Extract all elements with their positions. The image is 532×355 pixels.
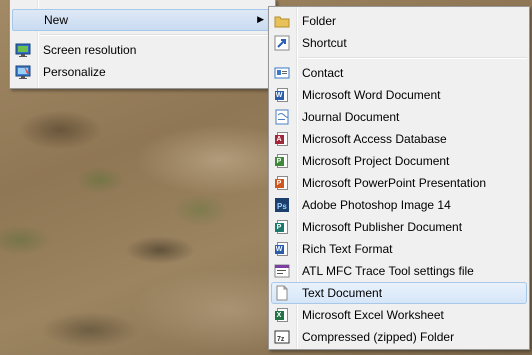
desktop-context-menu: New ▶ Screen resolution Personalize <box>9 0 276 89</box>
submenu-item-label: Shortcut <box>302 36 347 50</box>
submenu-item-label: Microsoft Word Document <box>302 88 441 102</box>
trace-tool-icon <box>274 263 290 279</box>
submenu-item-label: Text Document <box>302 286 383 300</box>
submenu-item-label: Microsoft Excel Worksheet <box>302 308 444 322</box>
submenu-item-powerpoint-presentation[interactable]: P Microsoft PowerPoint Presentation <box>269 172 529 194</box>
zipped-folder-icon: 7z <box>274 329 290 345</box>
rich-text-icon: W <box>274 241 290 257</box>
submenu-item-contact[interactable]: Contact <box>269 62 529 84</box>
svg-text:7z: 7z <box>277 336 285 343</box>
submenu-item-project-document[interactable]: P Microsoft Project Document <box>269 150 529 172</box>
publisher-document-icon: P <box>274 219 290 235</box>
submenu-item-rich-text-format[interactable]: W Rich Text Format <box>269 238 529 260</box>
photoshop-image-icon: Ps <box>274 197 290 213</box>
submenu-item-label: Microsoft Access Database <box>302 132 447 146</box>
access-database-icon: A <box>274 131 290 147</box>
personalize-icon <box>15 64 31 80</box>
submenu-item-label: Compressed (zipped) Folder <box>302 330 455 344</box>
submenu-arrow-icon: ▶ <box>257 14 264 24</box>
submenu-item-atl-mfc-trace-tool[interactable]: ATL MFC Trace Tool settings file <box>269 260 529 282</box>
submenu-item-access-database[interactable]: A Microsoft Access Database <box>269 128 529 150</box>
submenu-item-label: Journal Document <box>302 110 400 124</box>
submenu-item-label: Microsoft Project Document <box>302 154 450 168</box>
powerpoint-presentation-icon: P <box>274 175 290 191</box>
submenu-item-label: Folder <box>302 14 337 28</box>
submenu-item-word-document[interactable]: W Microsoft Word Document <box>269 84 529 106</box>
submenu-item-excel-worksheet[interactable]: X Microsoft Excel Worksheet <box>269 304 529 326</box>
shortcut-icon <box>274 35 290 51</box>
submenu-item-photoshop-image[interactable]: Ps Adobe Photoshop Image 14 <box>269 194 529 216</box>
word-document-icon: W <box>274 87 290 103</box>
submenu-item-shortcut[interactable]: Shortcut <box>269 32 529 54</box>
menu-item-personalize-label: Personalize <box>43 65 106 79</box>
submenu-item-label: Microsoft Publisher Document <box>302 220 463 234</box>
menu-item-personalize[interactable]: Personalize <box>10 61 275 83</box>
menu-separator <box>299 57 527 59</box>
submenu-item-text-document[interactable]: Text Document <box>269 282 529 304</box>
submenu-item-zipped-folder[interactable]: 7z Compressed (zipped) Folder <box>269 326 529 348</box>
menu-separator <box>40 34 273 36</box>
menu-item-screen-resolution-label: Screen resolution <box>43 43 137 57</box>
submenu-item-label: Contact <box>302 66 344 80</box>
submenu-item-label: Rich Text Format <box>302 242 393 256</box>
svg-text:Ps: Ps <box>277 202 287 211</box>
project-document-icon: P <box>274 153 290 169</box>
new-submenu: Folder Shortcut Contact W Microsoft Word… <box>268 6 530 350</box>
submenu-item-folder[interactable]: Folder <box>269 10 529 32</box>
submenu-item-publisher-document[interactable]: P Microsoft Publisher Document <box>269 216 529 238</box>
text-document-icon <box>274 285 290 301</box>
submenu-item-label: Adobe Photoshop Image 14 <box>302 198 451 212</box>
folder-icon <box>274 13 290 29</box>
journal-document-icon <box>274 109 290 125</box>
contact-icon <box>274 65 290 81</box>
submenu-item-journal-document[interactable]: Journal Document <box>269 106 529 128</box>
excel-worksheet-icon: X <box>274 307 290 323</box>
menu-item-new[interactable]: New ▶ <box>12 9 273 31</box>
screen-resolution-icon <box>15 42 31 58</box>
submenu-item-label: ATL MFC Trace Tool settings file <box>302 264 474 278</box>
submenu-item-label: Microsoft PowerPoint Presentation <box>302 176 487 190</box>
menu-item-screen-resolution[interactable]: Screen resolution <box>10 39 275 61</box>
menu-item-new-label: New <box>44 13 69 27</box>
